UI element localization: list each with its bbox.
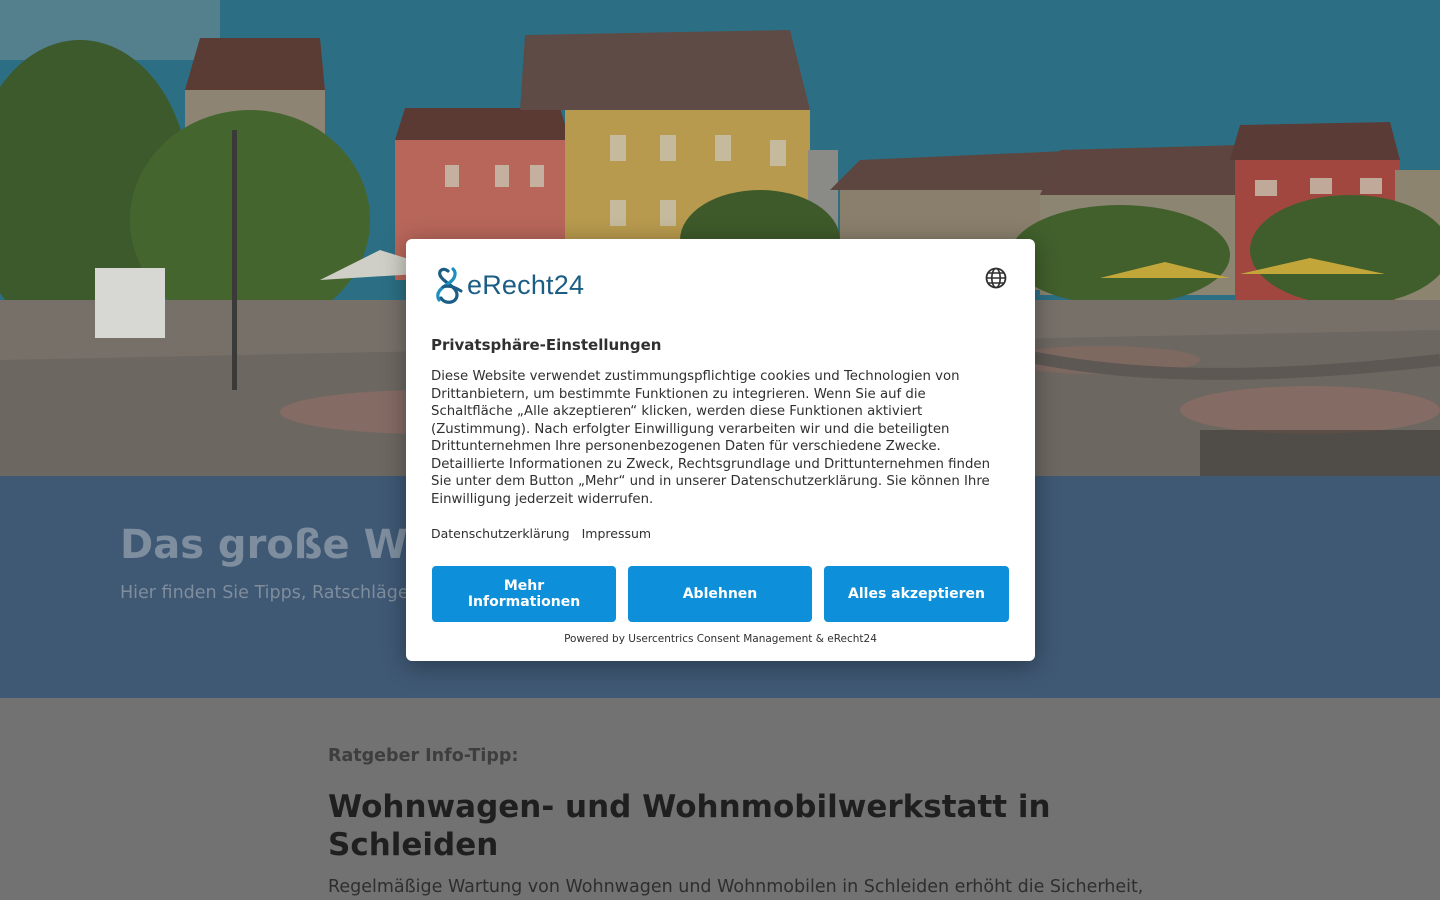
deny-button[interactable]: Ablehnen [628,566,812,622]
globe-icon [985,267,1007,289]
privacy-policy-link[interactable]: Datenschutzerklärung [431,526,570,541]
consent-title: Privatsphäre-Einstellungen [431,336,662,354]
consent-body-text: Diese Website verwendet zustimmungspflic… [431,369,990,507]
erecht24-logo: eRecht24 [431,264,596,306]
consent-dialog: eRecht24 Privatsphäre-Einstellungen Dies… [406,239,1035,661]
logo-text: eRecht24 [467,269,585,300]
powered-by-text: Powered by Usercentrics Consent Manageme… [564,633,877,645]
more-info-button[interactable]: Mehr Informationen [432,566,616,622]
consent-links: Datenschutzerklärung Impressum [431,526,651,541]
language-button[interactable] [984,266,1008,290]
imprint-link[interactable]: Impressum [582,526,651,541]
accept-all-button[interactable]: Alles akzeptieren [824,566,1009,622]
erecht24-logo-icon [436,267,463,304]
page: Das große Wis Hier finden Sie Tipps, Rat… [0,0,1440,900]
